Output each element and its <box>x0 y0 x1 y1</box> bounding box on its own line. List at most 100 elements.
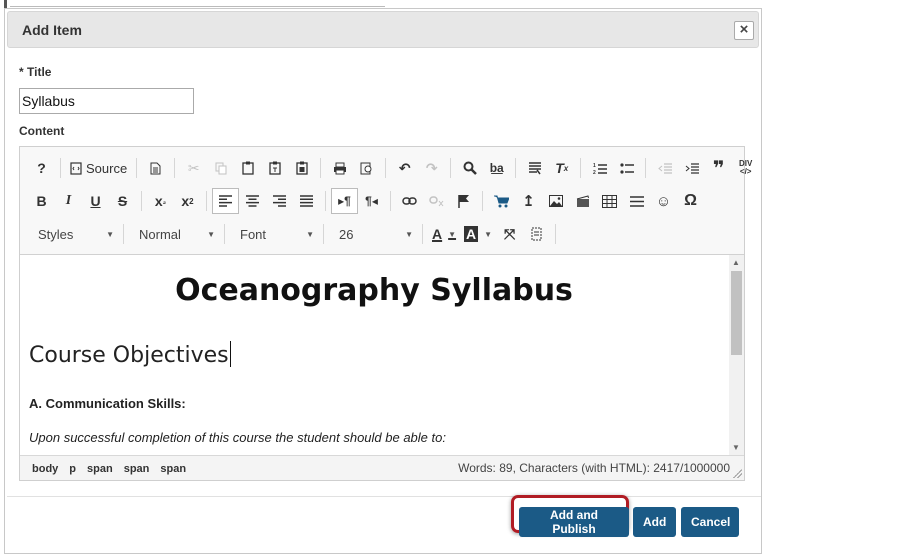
ltr-direction-icon[interactable]: ▸¶ <box>331 188 358 214</box>
toolbar-separator <box>174 158 176 178</box>
image-icon[interactable] <box>542 188 569 214</box>
show-blocks-icon[interactable] <box>523 221 550 247</box>
font-dropdown-value: Font <box>240 226 267 242</box>
toolbar-separator <box>60 158 61 178</box>
toolbar-row-3: Styles ▼ Normal ▼ Font ▼ 26 ▼ A ▼ A ▼ ⤧ <box>28 219 561 249</box>
path-item[interactable]: span <box>87 463 113 475</box>
scrollbar-thumb[interactable] <box>731 271 742 355</box>
toolbar-separator <box>123 224 124 244</box>
smiley-icon[interactable]: ☺ <box>650 188 677 214</box>
toolbar-separator <box>323 224 324 244</box>
horizontal-line-icon[interactable] <box>623 188 650 214</box>
create-div-icon[interactable]: DIV </> <box>732 155 759 181</box>
link-icon[interactable] <box>396 188 423 214</box>
text-color-icon[interactable]: A ▼ <box>428 221 460 247</box>
path-item[interactable]: span <box>124 463 150 475</box>
rich-text-editor: ? Source ✂ ↶ ↷ b͟a T x 1 2 ❞ DIV </> B I… <box>19 146 752 481</box>
special-char-icon[interactable]: Ω <box>677 188 704 214</box>
copy-icon[interactable] <box>207 155 234 181</box>
cut-icon[interactable]: ✂ <box>180 155 207 181</box>
toolbar-separator <box>325 191 326 211</box>
document-paragraph: Upon successful completion of this cours… <box>29 430 446 445</box>
pin-icon[interactable]: ↥ <box>515 188 542 214</box>
toolbar-separator <box>645 158 647 178</box>
outdent-icon[interactable] <box>651 155 678 181</box>
select-all-icon[interactable] <box>521 155 548 181</box>
templates-icon[interactable] <box>353 155 380 181</box>
toolbar-separator <box>482 191 483 211</box>
add-and-publish-button[interactable]: Add and Publish <box>519 507 629 537</box>
rtl-direction-icon[interactable]: ¶◂ <box>358 188 385 214</box>
numbered-list-icon[interactable]: 12 <box>586 155 613 181</box>
styles-dropdown-value: Styles <box>38 226 74 242</box>
redo-icon[interactable]: ↷ <box>418 155 445 181</box>
path-item[interactable]: span <box>160 463 186 475</box>
anchor-flag-icon[interactable] <box>450 188 477 214</box>
document-subheading-text: Course Objectives <box>29 343 229 368</box>
scroll-up-icon[interactable]: ▲ <box>732 258 740 267</box>
styles-dropdown[interactable]: Styles ▼ <box>28 222 118 246</box>
font-size-dropdown-value: 26 <box>339 226 354 242</box>
paste-icon[interactable] <box>234 155 261 181</box>
path-item[interactable]: p <box>69 463 76 475</box>
blockquote-icon[interactable]: ❞ <box>705 155 732 181</box>
help-icon[interactable]: ? <box>28 155 55 181</box>
find-icon[interactable] <box>456 155 483 181</box>
bold-icon[interactable]: B <box>28 188 55 214</box>
italic-icon[interactable]: I <box>55 188 82 214</box>
justify-icon[interactable] <box>293 188 320 214</box>
superscript-icon[interactable]: x2 <box>174 188 201 214</box>
cancel-button[interactable]: Cancel <box>681 507 739 537</box>
print-icon[interactable] <box>326 155 353 181</box>
unlink-icon[interactable] <box>423 188 450 214</box>
strikethrough-icon[interactable]: S <box>109 188 136 214</box>
source-icon <box>70 161 82 175</box>
format-dropdown[interactable]: Normal ▼ <box>129 222 219 246</box>
add-button[interactable]: Add <box>633 507 676 537</box>
media-icon[interactable] <box>569 188 596 214</box>
subscript-icon[interactable]: x₂ <box>147 188 174 214</box>
chevron-down-icon: ▼ <box>306 229 314 239</box>
font-dropdown[interactable]: Font ▼ <box>230 222 318 246</box>
indent-icon[interactable] <box>678 155 705 181</box>
editor-content-area[interactable]: Oceanography Syllabus Course Objectives … <box>20 255 728 455</box>
background-color-icon[interactable]: A ▼ <box>460 221 496 247</box>
toolbar-separator <box>422 224 423 244</box>
toolbar-row-2: B I U S x₂ x2 ▸¶ ¶◂ ↥ ☺ Ω <box>28 186 704 216</box>
dialog-title: Add Item <box>22 22 82 38</box>
font-size-dropdown[interactable]: 26 ▼ <box>329 222 417 246</box>
path-item[interactable]: body <box>32 463 58 475</box>
title-input[interactable] <box>19 88 194 114</box>
toolbar-separator <box>141 191 142 211</box>
text-cursor <box>229 341 231 367</box>
close-button[interactable]: × <box>734 21 754 40</box>
align-center-icon[interactable] <box>239 188 266 214</box>
align-right-icon[interactable] <box>266 188 293 214</box>
undo-icon[interactable]: ↶ <box>391 155 418 181</box>
toolbar-row-1: ? Source ✂ ↶ ↷ b͟a T x 1 2 ❞ DIV </> <box>28 153 759 183</box>
replace-icon[interactable]: b͟a <box>483 155 510 181</box>
maximize-icon[interactable]: ⤧ <box>496 221 523 247</box>
align-left-icon[interactable] <box>212 188 239 214</box>
chevron-down-icon: ▼ <box>405 229 413 239</box>
remove-format-icon[interactable]: Tx <box>548 155 575 181</box>
underline-icon[interactable]: U <box>82 188 109 214</box>
element-path: body p span span span <box>32 463 186 475</box>
paste-text-icon[interactable] <box>261 155 288 181</box>
paste-word-icon[interactable] <box>288 155 315 181</box>
editor-scrollbar[interactable]: ▲ ▼ <box>729 255 744 455</box>
scroll-down-icon[interactable]: ▼ <box>732 443 740 452</box>
toolbar-separator <box>580 158 582 178</box>
new-page-icon[interactable] <box>142 155 169 181</box>
cart-icon[interactable] <box>488 188 515 214</box>
toolbar-separator <box>206 191 207 211</box>
content-label: Content <box>19 124 65 138</box>
toolbar-separator <box>136 158 138 178</box>
svg-text:1: 1 <box>593 163 596 169</box>
table-icon[interactable] <box>596 188 623 214</box>
toolbar-separator <box>390 191 391 211</box>
editor-status-bar: body p span span span Words: 89, Charact… <box>20 455 744 480</box>
bulleted-list-icon[interactable] <box>613 155 640 181</box>
resize-grip-icon[interactable] <box>733 469 742 478</box>
source-button[interactable]: Source <box>66 155 131 181</box>
